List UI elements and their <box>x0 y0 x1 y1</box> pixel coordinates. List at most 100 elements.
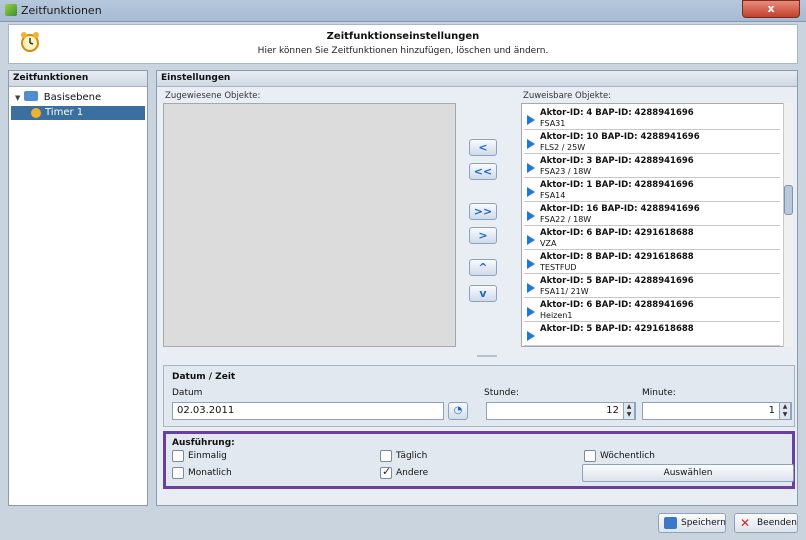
window-title: Zeitfunktionen <box>21 4 102 17</box>
list-item[interactable]: Aktor-ID: 1 BAP-ID: 4288941696 FSA14 <box>524 178 780 202</box>
arrow-right-icon <box>527 283 535 293</box>
scrollbar-thumb[interactable] <box>784 185 793 215</box>
clock-icon <box>31 108 41 118</box>
arrow-right-icon <box>527 211 535 221</box>
arrow-right-icon <box>527 259 535 269</box>
list-item[interactable]: Aktor-ID: 8 BAP-ID: 4291618688 TESTFUD <box>524 250 780 274</box>
move-left-button[interactable]: < <box>469 139 497 156</box>
assigned-objects-list[interactable] <box>163 103 456 347</box>
arrow-right-icon <box>527 163 535 173</box>
einmalig-label: Einmalig <box>188 451 227 461</box>
monatlich-label: Monatlich <box>188 468 232 478</box>
list-item[interactable]: Aktor-ID: 16 BAP-ID: 4288941696 FSA22 / … <box>524 202 780 226</box>
item-subtitle: FLS2 / 25W <box>540 143 586 152</box>
arrow-right-icon <box>527 331 535 341</box>
list-item[interactable]: Aktor-ID: 4 BAP-ID: 4288941696 FSA31 <box>524 106 780 130</box>
arrow-right-icon <box>527 187 535 197</box>
move-all-left-button[interactable]: << <box>469 163 497 180</box>
item-subtitle: FSA22 / 18W <box>540 215 592 224</box>
tree-node-timer[interactable]: Timer 1 <box>11 106 145 120</box>
assigned-objects-label: Zugewiesene Objekte: <box>165 91 261 101</box>
hour-input[interactable]: 12 <box>486 402 636 420</box>
close-button[interactable]: x <box>742 0 800 18</box>
expand-arrow-icon[interactable]: ▼ <box>15 94 20 102</box>
assignable-objects-list[interactable]: Aktor-ID: 4 BAP-ID: 4288941696 FSA31 Akt… <box>521 103 793 347</box>
item-title: Aktor-ID: 10 BAP-ID: 4288941696 <box>540 132 700 142</box>
panel-heading: Zeitfunktionen <box>9 71 147 87</box>
quit-button[interactable]: ✕ Beenden <box>734 513 798 533</box>
item-subtitle: TESTFUD <box>540 263 577 272</box>
list-item[interactable]: Aktor-ID: 6 BAP-ID: 4291618688 VZA <box>524 226 780 250</box>
panel-heading: Einstellungen <box>157 71 797 87</box>
folder-icon <box>23 91 38 101</box>
assignable-objects-label: Zuweisbare Objekte: <box>523 91 612 101</box>
woechentlich-checkbox[interactable] <box>584 450 596 462</box>
item-subtitle: Heizen1 <box>540 311 573 320</box>
list-item[interactable]: Aktor-ID: 6 BAP-ID: 4288941696 Heizen1 <box>524 298 780 322</box>
datum-label: Datum <box>172 388 203 398</box>
monatlich-checkbox[interactable] <box>172 467 184 479</box>
function-tree-panel: Zeitfunktionen ▼ Basisebene Timer 1 <box>8 70 148 506</box>
arrow-right-icon <box>527 307 535 317</box>
close-x-icon: ✕ <box>740 516 751 530</box>
tree-node-basisebene[interactable]: ▼ Basisebene <box>15 91 143 105</box>
list-scrollbar[interactable] <box>783 103 793 347</box>
item-title: Aktor-ID: 6 BAP-ID: 4291618688 <box>540 228 694 238</box>
item-title: Aktor-ID: 6 BAP-ID: 4288941696 <box>540 300 694 310</box>
title-bar: Zeitfunktionen x <box>0 0 806 22</box>
clock-icon: ◔ <box>453 405 463 416</box>
save-button[interactable]: Speichern <box>658 513 726 533</box>
date-input[interactable]: 02.03.2011 <box>172 402 444 420</box>
item-subtitle: FSA14 <box>540 191 566 200</box>
taeglich-label: Täglich <box>396 451 428 461</box>
list-item[interactable]: Aktor-ID: 10 BAP-ID: 4288941696 FLS2 / 2… <box>524 130 780 154</box>
save-label: Speichern <box>681 518 726 528</box>
app-icon <box>5 4 17 16</box>
item-subtitle: VZA <box>540 239 557 248</box>
arrow-right-icon <box>527 235 535 245</box>
taeglich-checkbox[interactable] <box>380 450 392 462</box>
move-down-button[interactable]: v <box>469 285 497 302</box>
footer: Speichern ✕ Beenden <box>156 512 798 538</box>
item-subtitle: FSA23 / 18W <box>540 167 592 176</box>
header-subtitle: Hier können Sie Zeitfunktionen hinzufüge… <box>257 46 549 56</box>
item-title: Aktor-ID: 16 BAP-ID: 4288941696 <box>540 204 700 214</box>
arrow-right-icon <box>527 115 535 125</box>
floppy-disk-icon <box>664 517 677 529</box>
splitter-handle[interactable] <box>477 355 497 357</box>
datetime-group: Datum / Zeit Datum 02.03.2011 ◔ Stunde: … <box>163 365 795 427</box>
item-title: Aktor-ID: 1 BAP-ID: 4288941696 <box>540 180 694 190</box>
item-subtitle: FSA31 <box>540 119 566 128</box>
list-item[interactable]: Aktor-ID: 3 BAP-ID: 4288941696 FSA23 / 1… <box>524 154 780 178</box>
item-title: Aktor-ID: 5 BAP-ID: 4288941696 <box>540 276 694 286</box>
group-title: Ausführung: <box>172 438 235 448</box>
item-title: Aktor-ID: 8 BAP-ID: 4291618688 <box>540 252 694 262</box>
tree-node-label: Timer 1 <box>45 107 84 118</box>
move-up-button[interactable]: ^ <box>469 259 497 276</box>
item-subtitle: FSA11/ 21W <box>540 287 589 296</box>
quit-label: Beenden <box>757 518 797 528</box>
hour-label: Stunde: <box>484 388 519 398</box>
list-item[interactable]: Aktor-ID: 5 BAP-ID: 4291618688 <box>524 322 780 346</box>
execution-group: Ausführung: Einmalig Täglich Wöchentlich… <box>163 431 795 489</box>
calendar-button[interactable]: ◔ <box>448 402 468 420</box>
header-title: Zeitfunktionseinstellungen <box>326 31 480 42</box>
list-item[interactable]: Aktor-ID: 5 BAP-ID: 4288941696 FSA11/ 21… <box>524 274 780 298</box>
settings-panel: Einstellungen Zugewiesene Objekte: Zuwei… <box>156 70 798 506</box>
minute-label: Minute: <box>642 388 676 398</box>
item-title: Aktor-ID: 5 BAP-ID: 4291618688 <box>540 324 694 334</box>
einmalig-checkbox[interactable] <box>172 450 184 462</box>
move-all-right-button[interactable]: >> <box>469 203 497 220</box>
hour-spinner[interactable]: ▲ ▼ <box>623 402 635 420</box>
minute-spinner[interactable]: ▲ ▼ <box>779 402 791 420</box>
select-button[interactable]: Auswählen <box>582 464 794 482</box>
move-right-button[interactable]: > <box>469 227 497 244</box>
item-title: Aktor-ID: 3 BAP-ID: 4288941696 <box>540 156 694 166</box>
andere-checkbox[interactable] <box>380 465 392 479</box>
header: Zeitfunktionseinstellungen Hier können S… <box>8 24 798 64</box>
woechentlich-label: Wöchentlich <box>600 451 655 461</box>
minute-input[interactable]: 1 <box>642 402 792 420</box>
andere-label: Andere <box>396 468 429 478</box>
item-title: Aktor-ID: 4 BAP-ID: 4288941696 <box>540 108 694 118</box>
group-title: Datum / Zeit <box>172 372 236 382</box>
